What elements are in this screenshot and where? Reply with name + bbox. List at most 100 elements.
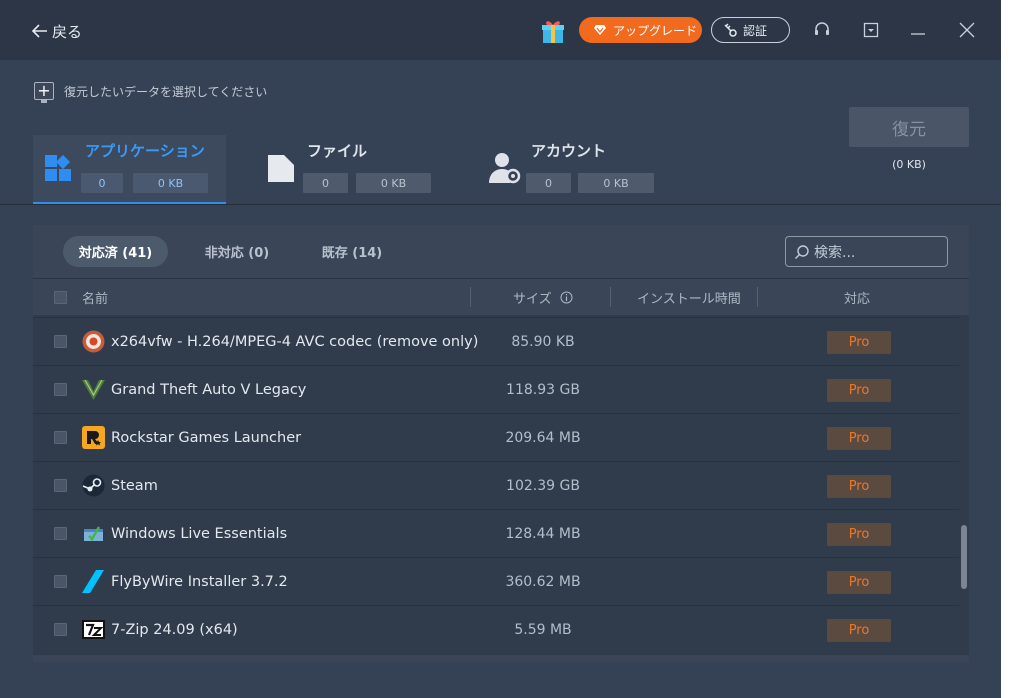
category-tab-applications[interactable]: アプリケーション 0 0 KB — [33, 135, 226, 204]
monitor-plus-icon: + — [34, 82, 54, 103]
row-checkbox[interactable] — [54, 479, 67, 492]
category-tab-accounts[interactable]: アカウント 0 0 KB — [478, 135, 678, 204]
table-row[interactable]: x264vfw - H.264/MPEG-4 AVC codec (remove… — [33, 317, 959, 365]
column-separator[interactable] — [610, 287, 611, 307]
select-all-checkbox[interactable] — [54, 279, 67, 316]
row-checkbox[interactable] — [54, 527, 67, 540]
app-size: 102.39 GB — [506, 478, 580, 494]
file-icon — [268, 155, 294, 182]
app-name: 7-Zip 24.09 (x64) — [111, 622, 238, 638]
select-hint: + 復元したいデータを選択してください — [34, 82, 268, 103]
pro-badge[interactable]: Pro — [827, 571, 891, 594]
app-size: 209.64 MB — [505, 430, 581, 446]
column-separator[interactable] — [470, 287, 471, 307]
table-row[interactable]: 7-Zip 24.09 (x64) 5.59 MB Pro — [33, 605, 959, 653]
table-row[interactable]: Steam 102.39 GB Pro — [33, 461, 959, 509]
table-header: 名前 サイズ インストール時間 対応 — [33, 278, 969, 315]
table-row[interactable]: Rockstar Games Launcher 209.64 MB Pro — [33, 413, 959, 461]
search-input[interactable]: 検索... — [785, 236, 948, 267]
category-count: 0 — [526, 173, 571, 193]
category-count: 0 — [81, 173, 123, 193]
window-margin — [1001, 0, 1011, 698]
column-name[interactable]: 名前 — [82, 279, 108, 316]
back-label: 戻る — [52, 22, 83, 41]
filter-tab-supported[interactable]: 対応済 (41) — [63, 236, 168, 267]
arrow-left-icon — [32, 24, 47, 38]
gift-icon[interactable] — [539, 17, 567, 45]
info-icon[interactable] — [560, 291, 573, 304]
activate-label: 認証 — [743, 23, 768, 38]
category-count: 0 — [303, 173, 348, 193]
column-size-label: サイズ — [513, 292, 552, 307]
flybywire-icon — [82, 570, 104, 593]
gta-v-icon — [82, 379, 105, 400]
table-row[interactable]: FlyByWire Installer 3.7.2 360.62 MB Pro — [33, 557, 959, 605]
search-icon — [795, 244, 809, 259]
search-placeholder: 検索... — [814, 244, 856, 261]
category-size: 0 KB — [578, 173, 654, 193]
upgrade-button[interactable]: アップグレード — [579, 17, 702, 43]
support-button[interactable] — [812, 20, 832, 40]
scrollbar-thumb[interactable] — [961, 525, 967, 589]
column-support[interactable]: 対応 — [844, 279, 870, 316]
key-icon — [724, 23, 737, 37]
column-size[interactable]: サイズ — [513, 279, 573, 316]
app-size: 85.90 KB — [511, 334, 575, 350]
activate-button[interactable]: 認証 — [711, 17, 790, 43]
minimize-icon — [911, 33, 925, 35]
upgrade-label: アップグレード — [613, 23, 698, 38]
app-size: 118.93 GB — [506, 382, 580, 398]
app-list: x264vfw - H.264/MPEG-4 AVC codec (remove… — [33, 315, 959, 658]
filter-bar: 対応済 (41) 非対応 (0) 既存 (14) 検索... — [33, 225, 969, 278]
dropdown-menu-icon — [863, 22, 879, 38]
category-tab-files[interactable]: ファイル 0 0 KB — [256, 135, 456, 204]
pro-badge[interactable]: Pro — [827, 379, 891, 402]
category-size: 0 KB — [356, 173, 431, 193]
app-name: Steam — [111, 478, 158, 494]
column-separator[interactable] — [757, 287, 758, 307]
row-checkbox[interactable] — [54, 335, 67, 348]
menu-button[interactable] — [861, 20, 881, 40]
table-row[interactable]: Windows Live Essentials 128.44 MB Pro — [33, 509, 959, 557]
apps-grid-icon — [45, 155, 71, 181]
table-row[interactable]: Grand Theft Auto V Legacy 118.93 GB Pro — [33, 365, 959, 413]
rockstar-icon — [82, 426, 105, 449]
pro-badge[interactable]: Pro — [827, 427, 891, 450]
checkbox[interactable] — [54, 291, 67, 304]
column-install-time[interactable]: インストール時間 — [637, 279, 741, 316]
app-name: Grand Theft Auto V Legacy — [111, 382, 307, 398]
app-name: x264vfw - H.264/MPEG-4 AVC codec (remove… — [111, 334, 479, 350]
close-button[interactable] — [957, 20, 977, 40]
pro-badge[interactable]: Pro — [827, 475, 891, 498]
section-divider — [0, 204, 1001, 205]
pro-badge[interactable]: Pro — [827, 523, 891, 546]
windows-live-icon — [84, 526, 103, 542]
row-checkbox[interactable] — [54, 383, 67, 396]
row-checkbox[interactable] — [54, 431, 67, 444]
category-title: アカウント — [531, 142, 607, 160]
panel-footer — [33, 655, 969, 662]
row-checkbox[interactable] — [54, 623, 67, 636]
steam-icon — [82, 474, 105, 497]
x264-icon — [82, 330, 105, 353]
app-name: Windows Live Essentials — [111, 526, 288, 542]
app-size: 5.59 MB — [514, 622, 572, 638]
back-button[interactable]: 戻る — [32, 19, 82, 43]
minimize-button[interactable] — [908, 20, 928, 40]
app-name: FlyByWire Installer 3.7.2 — [111, 574, 288, 590]
select-hint-text: 復元したいデータを選択してください — [64, 84, 268, 99]
category-title: アプリケーション — [85, 142, 205, 160]
app-size: 128.44 MB — [505, 526, 581, 542]
title-bar: 戻る アップグレード 認証 — [0, 0, 1001, 60]
row-checkbox[interactable] — [54, 575, 67, 588]
restore-size: (0 KB) — [892, 158, 926, 171]
app-list-panel: 対応済 (41) 非対応 (0) 既存 (14) 検索... 名前 サイズ イン… — [33, 225, 969, 662]
pro-badge[interactable]: Pro — [827, 331, 891, 354]
headset-icon — [815, 22, 829, 35]
pro-badge[interactable]: Pro — [827, 619, 891, 642]
scrollbar[interactable] — [959, 315, 969, 658]
restore-button[interactable]: 復元 — [849, 107, 969, 147]
filter-tab-existing[interactable]: 既存 (14) — [311, 236, 393, 267]
filter-tab-unsupported[interactable]: 非対応 (0) — [193, 236, 281, 267]
close-icon — [959, 22, 975, 38]
